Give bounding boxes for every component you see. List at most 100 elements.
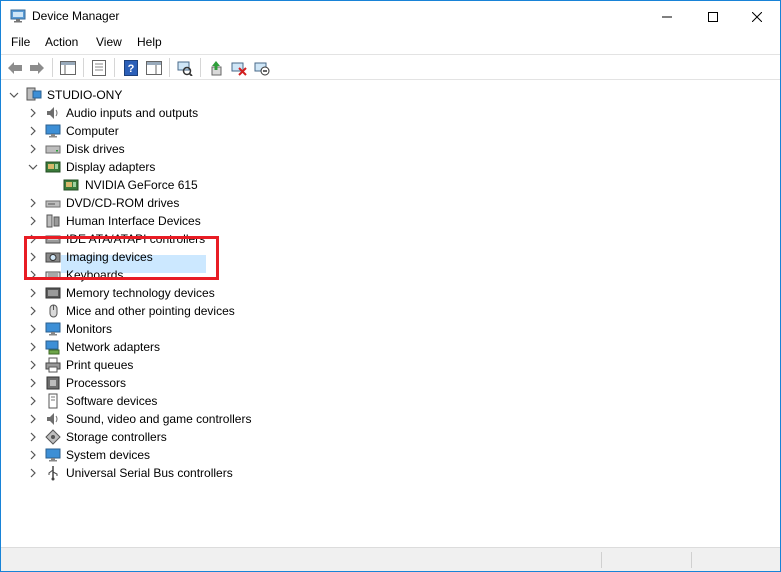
- back-arrow-icon: [8, 62, 22, 74]
- chevron-right-icon[interactable]: [28, 270, 38, 280]
- back-button[interactable]: [5, 58, 25, 78]
- speaker-icon: [47, 107, 58, 119]
- help-button[interactable]: ?: [121, 58, 141, 78]
- monitor-icon: [45, 448, 61, 462]
- menu-view[interactable]: View: [96, 35, 122, 49]
- tree-device-label: NVIDIA GeForce 615: [85, 178, 198, 192]
- chevron-right-icon[interactable]: [28, 216, 38, 226]
- uninstall-device-icon: [254, 62, 270, 76]
- maximize-button[interactable]: [690, 1, 736, 32]
- chevron-right-icon[interactable]: [28, 396, 38, 406]
- show-action-pane-button[interactable]: [144, 58, 164, 78]
- chevron-right-icon[interactable]: [28, 414, 38, 424]
- ide-controller-icon: [45, 235, 61, 244]
- title-bar[interactable]: Device Manager: [1, 1, 780, 32]
- tree-category-label: Audio inputs and outputs: [66, 106, 199, 120]
- tree-category-label: Human Interface Devices: [66, 214, 201, 228]
- action-pane-icon: [146, 61, 162, 75]
- chevron-right-icon[interactable]: [28, 144, 38, 154]
- tree-category-label: Keyboards: [66, 268, 124, 282]
- forward-arrow-icon: [30, 62, 44, 74]
- minimize-button[interactable]: [644, 1, 690, 32]
- memory-icon: [45, 287, 61, 299]
- disable-device-button[interactable]: [229, 58, 249, 78]
- close-button[interactable]: [734, 1, 780, 32]
- chevron-right-icon[interactable]: [28, 198, 38, 208]
- toolbar-separator: [52, 58, 53, 77]
- speaker-icon: [47, 413, 58, 425]
- update-driver-icon: [211, 61, 222, 76]
- camera-icon: [45, 252, 61, 263]
- scan-hardware-changes-button[interactable]: [175, 58, 195, 78]
- tree-category-label: Imaging devices: [66, 250, 153, 264]
- update-driver-button[interactable]: [206, 58, 226, 78]
- tree-category-label: Display adapters: [66, 160, 156, 174]
- toolbar-separator: [114, 58, 115, 77]
- tree-category-label: Network adapters: [66, 340, 161, 354]
- chevron-right-icon[interactable]: [28, 108, 38, 118]
- chevron-right-icon[interactable]: [28, 378, 38, 388]
- monitor-icon: [45, 322, 61, 336]
- status-bar-separator: [601, 552, 602, 568]
- help-icon: ?: [124, 60, 138, 76]
- menu-action[interactable]: Action: [45, 35, 78, 49]
- chevron-right-icon[interactable]: [28, 288, 38, 298]
- computer-root-icon: [26, 87, 42, 101]
- keyboard-icon: [45, 271, 61, 280]
- forward-button[interactable]: [27, 58, 47, 78]
- toolbar: ?: [1, 54, 780, 80]
- device-manager-app-icon: [10, 9, 26, 23]
- tree-category-label: Storage controllers: [66, 430, 167, 444]
- status-bar-separator: [691, 552, 692, 568]
- chevron-down-icon[interactable]: [9, 90, 19, 100]
- tree-category-label: Sound, video and game controllers: [66, 412, 252, 426]
- svg-text:?: ?: [128, 63, 135, 75]
- chevron-right-icon[interactable]: [28, 342, 38, 352]
- tree-category-label: Disk drives: [66, 142, 125, 156]
- printer-icon: [45, 357, 61, 373]
- menu-help[interactable]: Help: [137, 35, 162, 49]
- properties-button[interactable]: [89, 58, 109, 78]
- properties-icon: [92, 60, 106, 76]
- uninstall-device-button[interactable]: [252, 58, 272, 78]
- processor-icon: [46, 376, 60, 390]
- chevron-right-icon[interactable]: [28, 252, 38, 262]
- tree-category-label: Memory technology devices: [66, 286, 215, 300]
- usb-icon: [48, 466, 58, 481]
- minimize-icon: [662, 16, 672, 17]
- console-tree-icon: [60, 61, 76, 75]
- window-title: Device Manager: [32, 9, 120, 23]
- chevron-right-icon[interactable]: [28, 468, 38, 478]
- toolbar-separator: [83, 58, 84, 77]
- chevron-right-icon[interactable]: [28, 324, 38, 334]
- tree-category-label: System devices: [66, 448, 151, 462]
- device-tree[interactable]: STUDIO-ONY Audio inputs and outputs Comput…: [1, 81, 780, 547]
- toolbar-separator: [200, 58, 201, 77]
- tree-category-label: DVD/CD-ROM drives: [66, 196, 180, 210]
- tree-category-label: IDE ATA/ATAPI controllers: [66, 232, 206, 246]
- disk-drive-icon: [45, 145, 61, 154]
- chevron-right-icon[interactable]: [28, 126, 38, 136]
- monitor-icon: [45, 124, 61, 138]
- status-bar: [1, 547, 780, 571]
- chevron-right-icon[interactable]: [28, 234, 38, 244]
- network-icon: [45, 340, 60, 355]
- chevron-right-icon[interactable]: [28, 306, 38, 316]
- chevron-right-icon[interactable]: [28, 360, 38, 370]
- tree-category-label: Software devices: [66, 394, 158, 408]
- close-icon: [752, 11, 762, 22]
- tree-root-label: STUDIO-ONY: [47, 88, 123, 102]
- tree-category-label: Mice and other pointing devices: [66, 304, 235, 318]
- chevron-right-icon[interactable]: [28, 432, 38, 442]
- storage-controller-icon: [45, 429, 61, 445]
- menu-bar: File Action View Help: [1, 32, 780, 54]
- menu-file[interactable]: File: [11, 35, 30, 49]
- scan-hardware-icon: [177, 61, 193, 76]
- chevron-down-icon[interactable]: [28, 162, 38, 172]
- display-adapter-icon: [45, 161, 61, 173]
- tree-category-label: Universal Serial Bus controllers: [66, 466, 233, 480]
- chevron-right-icon[interactable]: [28, 450, 38, 460]
- show-hide-console-tree-button[interactable]: [58, 58, 78, 78]
- tree-category-label: Monitors: [66, 322, 113, 336]
- device-manager-window: Device Manager File Action View Help ? S…: [0, 0, 781, 572]
